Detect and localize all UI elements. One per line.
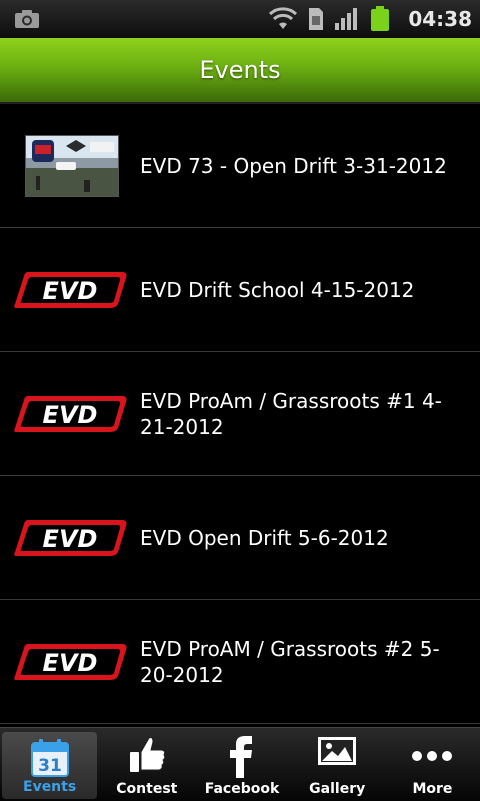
event-title: EVD Open Drift 5-6-2012 bbox=[140, 525, 389, 550]
camera-icon bbox=[15, 10, 39, 28]
event-thumbnail bbox=[14, 134, 130, 198]
status-time: 04:38 bbox=[408, 7, 472, 31]
facebook-icon bbox=[230, 736, 252, 778]
event-title: EVD ProAM / Grassroots #2 5-20-2012 bbox=[140, 636, 440, 687]
photo-image-icon bbox=[26, 135, 118, 196]
evd-logo-text: EVD bbox=[43, 649, 98, 677]
tab-label: Events bbox=[23, 779, 77, 795]
evd-logo-icon: EVD bbox=[14, 519, 127, 556]
evd-logo-text: EVD bbox=[43, 525, 98, 553]
battery-icon bbox=[371, 6, 390, 31]
tab-label: Gallery bbox=[309, 781, 366, 797]
tab-gallery[interactable]: Gallery bbox=[290, 728, 385, 801]
tab-contest[interactable]: Contest bbox=[99, 728, 194, 801]
event-thumbnail: EVD bbox=[14, 382, 130, 446]
event-title: EVD ProAm / Grassroots #1 4-21-2012 bbox=[140, 388, 442, 439]
calendar-icon: 31 bbox=[30, 739, 69, 777]
tab-label: More bbox=[412, 781, 453, 797]
event-title: EVD 73 - Open Drift 3-31-2012 bbox=[140, 153, 447, 178]
wifi-icon bbox=[269, 7, 298, 29]
list-item[interactable]: EVD 73 - Open Drift 3-31-2012 bbox=[0, 104, 480, 228]
page-title: Events bbox=[199, 56, 281, 84]
sim-icon bbox=[309, 8, 324, 30]
list-item[interactable]: EVD EVD ProAM / Grassroots #2 5-20-2012 bbox=[0, 600, 480, 724]
evd-logo-icon: EVD bbox=[14, 395, 127, 432]
event-list: EVD 73 - Open Drift 3-31-2012 EVD EVD Dr… bbox=[0, 104, 480, 724]
event-photo bbox=[25, 134, 119, 197]
calendar-badge: 31 bbox=[38, 756, 62, 776]
list-item[interactable]: EVD EVD Open Drift 5-6-2012 bbox=[0, 476, 480, 600]
signal-icon bbox=[335, 8, 358, 30]
event-thumbnail: EVD bbox=[14, 630, 130, 694]
thumbs-up-icon bbox=[129, 737, 166, 772]
status-bar: 04:38 bbox=[0, 0, 480, 38]
gallery-icon bbox=[318, 737, 357, 765]
list-item[interactable]: EVD EVD Drift School 4-15-2012 bbox=[0, 228, 480, 352]
bottom-tab-bar: 31 Events Contest Facebook Gallery More bbox=[0, 727, 480, 801]
evd-logo-icon: EVD bbox=[14, 643, 127, 680]
tab-facebook[interactable]: Facebook bbox=[194, 728, 289, 801]
tab-label: Facebook bbox=[204, 781, 280, 797]
tab-label: Contest bbox=[116, 781, 178, 797]
evd-logo-text: EVD bbox=[43, 401, 98, 429]
evd-logo-text: EVD bbox=[43, 277, 98, 305]
more-icon bbox=[412, 751, 453, 761]
tab-more[interactable]: More bbox=[385, 728, 480, 801]
event-thumbnail: EVD bbox=[14, 506, 130, 570]
event-title: EVD Drift School 4-15-2012 bbox=[140, 277, 415, 302]
event-thumbnail: EVD bbox=[14, 258, 130, 322]
tab-events[interactable]: 31 Events bbox=[2, 732, 98, 799]
action-bar: Events bbox=[0, 38, 480, 104]
list-item[interactable]: EVD EVD ProAm / Grassroots #1 4-21-2012 bbox=[0, 352, 480, 476]
evd-logo-icon: EVD bbox=[14, 271, 127, 308]
